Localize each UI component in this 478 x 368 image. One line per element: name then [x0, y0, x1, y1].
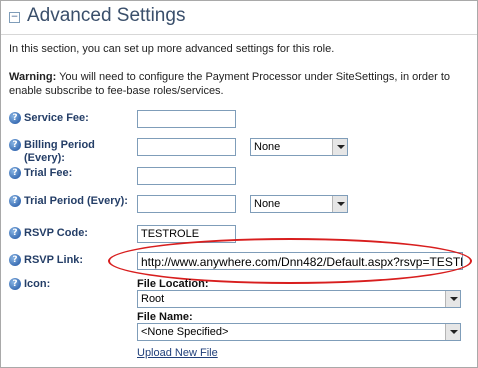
section-header: − Advanced Settings [1, 1, 477, 35]
dropdown-arrow-icon[interactable] [332, 139, 347, 155]
file-name-value: <None Specified> [141, 326, 229, 338]
warning-label: Warning: [9, 71, 57, 83]
trial-period-unit-select[interactable]: None [250, 195, 348, 213]
help-icon[interactable]: ? [9, 167, 21, 179]
icon-label: Icon: [24, 278, 51, 290]
dropdown-arrow-icon[interactable] [332, 196, 347, 212]
warning-text: Warning: You will need to configure the … [9, 70, 478, 98]
billing-period-input[interactable] [137, 138, 236, 156]
billing-period-unit-select[interactable]: None [250, 138, 348, 156]
help-icon[interactable]: ? [9, 278, 21, 290]
service-fee-label: Service Fee: [24, 112, 89, 124]
help-icon[interactable]: ? [9, 254, 21, 266]
file-location-select[interactable]: Root [137, 290, 461, 308]
trial-fee-input[interactable] [137, 167, 236, 185]
help-icon[interactable]: ? [9, 195, 21, 207]
billing-period-label: Billing Period (Every): [24, 139, 95, 164]
section-title[interactable]: Advanced Settings [27, 5, 185, 27]
intro-text: In this section, you can set up more adv… [9, 43, 335, 55]
collapse-icon[interactable]: − [9, 12, 20, 23]
service-fee-input[interactable] [137, 110, 236, 128]
dropdown-arrow-icon[interactable] [445, 291, 460, 307]
rsvp-link-label: RSVP Link: [24, 254, 84, 266]
upload-new-file-link[interactable]: Upload New File [137, 347, 218, 359]
dropdown-arrow-icon[interactable] [445, 324, 460, 340]
trial-period-label: Trial Period (Every): [24, 195, 128, 207]
trial-period-unit-value: None [254, 198, 281, 210]
help-icon[interactable]: ? [9, 112, 21, 124]
billing-period-unit-value: None [254, 141, 281, 153]
warning-message: You will need to configure the Payment P… [9, 71, 451, 97]
help-icon[interactable]: ? [9, 139, 21, 151]
file-name-select[interactable]: <None Specified> [137, 323, 461, 341]
panel-frame [0, 0, 478, 368]
file-location-value: Root [141, 293, 165, 305]
trial-fee-label: Trial Fee: [24, 167, 73, 179]
trial-period-input[interactable] [137, 195, 236, 213]
rsvp-code-label: RSVP Code: [24, 227, 88, 239]
help-icon[interactable]: ? [9, 227, 21, 239]
